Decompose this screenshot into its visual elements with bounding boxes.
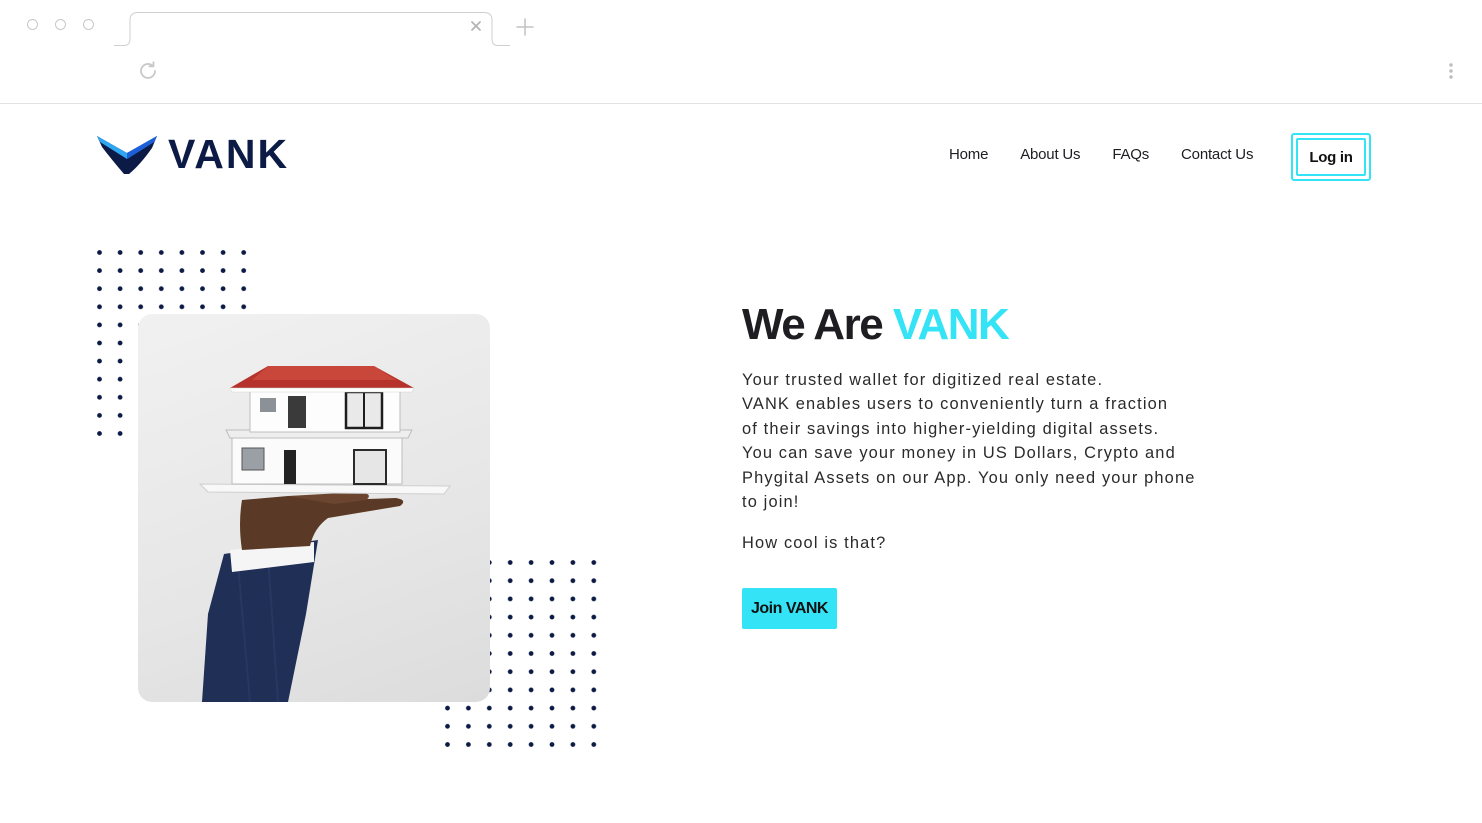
nav-home[interactable]: Home (949, 146, 988, 163)
nav-contact-us[interactable]: Contact Us (1181, 146, 1253, 163)
main-nav: Home About Us FAQs Contact Us (949, 146, 1253, 163)
hero-description-line: Phygital Assets on our App. You only nee… (742, 468, 1196, 487)
hero-description-line: VANK enables users to conveniently turn … (742, 395, 1169, 414)
window-close-dot[interactable] (27, 19, 38, 30)
hero-description-line: You can save your money in US Dollars, C… (742, 444, 1176, 463)
nav-about-us[interactable]: About Us (1020, 146, 1080, 163)
hero-description-line: Your trusted wallet for digitized real e… (742, 371, 1104, 389)
hero-title-prefix: We Are (742, 300, 893, 349)
reload-icon[interactable] (136, 59, 160, 83)
nav-faqs[interactable]: FAQs (1112, 146, 1149, 163)
vank-logo-icon (97, 136, 157, 174)
window-maximize-dot[interactable] (83, 19, 94, 30)
hero-description-line: to join! (742, 493, 800, 512)
browser-tab[interactable] (114, 12, 510, 46)
brand-name: VANK (168, 130, 290, 177)
vank-logo[interactable]: VANK (96, 130, 302, 178)
window-minimize-dot[interactable] (55, 19, 66, 30)
more-vertical-icon[interactable] (1442, 61, 1460, 81)
hero-title: We Are VANK (742, 300, 1010, 350)
hero-description: Your trusted wallet for digitized real e… (742, 368, 1262, 514)
hero-photo-house-on-hand (138, 314, 490, 702)
hero-tagline: How cool is that? (742, 534, 887, 552)
login-button-label: Log in (1296, 138, 1366, 176)
join-vank-button[interactable]: Join VANK (742, 588, 837, 629)
close-icon[interactable] (468, 18, 484, 34)
hero-description-line: of their savings into higher-yielding di… (742, 419, 1160, 438)
login-button[interactable]: Log in (1291, 133, 1371, 181)
hero-title-accent: VANK (892, 300, 1010, 349)
plus-icon[interactable] (514, 16, 536, 38)
house-on-hand-illustration (198, 366, 451, 702)
browser-chrome (0, 0, 1482, 104)
